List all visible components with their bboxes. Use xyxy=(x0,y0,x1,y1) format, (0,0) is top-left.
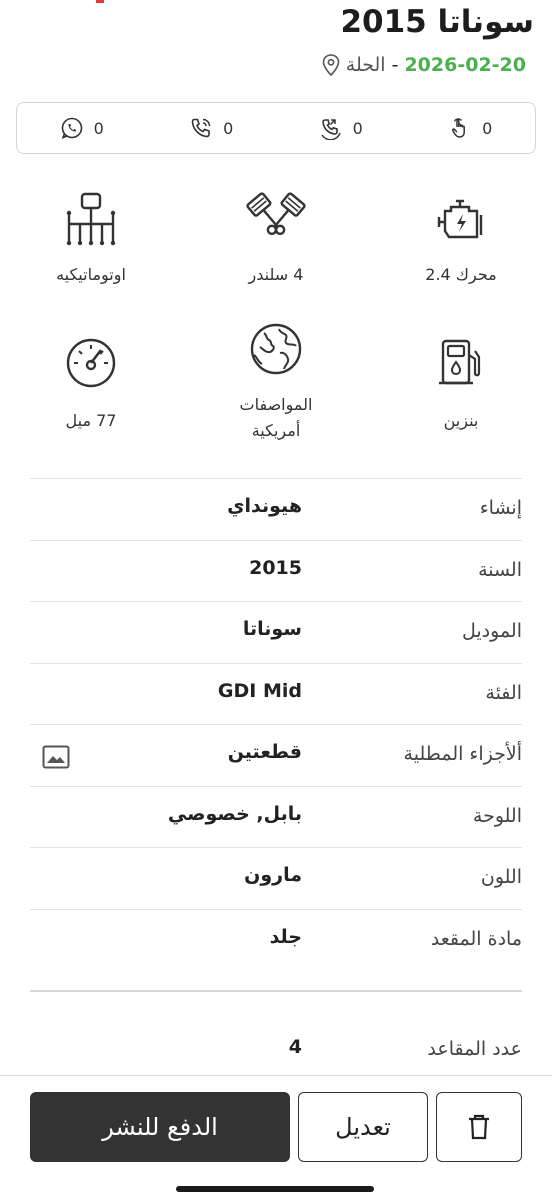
detail-value: 2015 xyxy=(249,556,302,579)
stat-count: 0 xyxy=(93,118,104,138)
spec-engine: محرك 2.4 xyxy=(386,190,536,288)
detail-value: جلد xyxy=(269,925,302,948)
separator: - xyxy=(391,54,399,76)
top-accent-strip xyxy=(96,0,104,3)
engine-icon xyxy=(437,199,483,239)
listing-page: سوناتا 2015 2026-02-20 - الحلة 0 0 0 0 ا… xyxy=(0,0,552,1199)
globe-icon xyxy=(250,323,302,375)
callback-icon xyxy=(321,119,341,140)
table-row: السنة 2015 xyxy=(30,539,522,602)
stat-callbacks[interactable]: 0 xyxy=(276,103,406,153)
table-row: عدد المقاعد 4 xyxy=(30,1032,522,1072)
detail-value: مارون xyxy=(244,864,302,886)
table-row: ألأجزاء المطلية قطعتين xyxy=(30,724,522,786)
location-date-line: 2026-02-20 - الحلة xyxy=(322,54,526,76)
detail-value: بابل, خصوصي xyxy=(167,802,302,825)
detail-key: اللون xyxy=(480,866,522,888)
home-indicator xyxy=(176,1186,374,1192)
detail-value: قطعتين xyxy=(227,741,302,763)
detail-value: هيونداي xyxy=(227,495,302,517)
stat-whatsapp[interactable]: 0 xyxy=(17,103,147,153)
stat-calls[interactable]: 0 xyxy=(147,103,277,153)
table-row: مادة المقعد جلد xyxy=(30,908,522,971)
spec-transmission-label: اوتوماتيكيه xyxy=(56,265,126,284)
detail-key: اللوحة xyxy=(472,804,522,827)
gear-shift-icon xyxy=(66,192,116,246)
stat-count: 0 xyxy=(482,118,493,138)
phone-call-icon xyxy=(191,118,211,138)
table-row: اللون مارون xyxy=(30,847,522,909)
pay-to-publish-button[interactable]: الدفع للنشر xyxy=(30,1092,290,1162)
action-bar: الدفع للنشر تعديل xyxy=(0,1075,552,1199)
pistons-icon xyxy=(246,192,306,236)
section-divider xyxy=(30,990,522,992)
image-gallery-icon[interactable] xyxy=(42,745,70,769)
details-table: إنشاء هيونداي السنة 2015 الموديل سوناتا … xyxy=(30,478,522,970)
detail-value: GDI Mid xyxy=(217,679,302,702)
detail-value: سوناتا xyxy=(242,618,302,640)
speedometer-icon xyxy=(66,338,116,388)
tap-icon xyxy=(452,118,466,138)
detail-key: عدد المقاعد xyxy=(427,1038,522,1060)
spec-specification: المواصفات أمريكية xyxy=(201,318,351,444)
delete-button[interactable] xyxy=(436,1092,522,1162)
listing-date: 2026-02-20 xyxy=(404,54,526,76)
detail-key: مادة المقعد xyxy=(430,927,522,950)
trash-icon xyxy=(469,1114,489,1140)
detail-key: إنشاء xyxy=(479,497,522,519)
stat-count: 0 xyxy=(223,118,234,138)
detail-key: الفئة xyxy=(485,681,522,704)
page-title: سوناتا 2015 xyxy=(340,4,534,40)
detail-key: السنة xyxy=(478,558,522,581)
edit-button[interactable]: تعديل xyxy=(298,1092,428,1162)
spec-cylinders: 4 سلندر xyxy=(201,190,351,288)
spec-specification-label: المواصفات أمريكية xyxy=(239,395,313,440)
spec-cylinders-label: 4 سلندر xyxy=(248,265,304,284)
spec-mileage-label: 77 ميل xyxy=(65,411,117,430)
detail-value: 4 xyxy=(288,1036,302,1058)
table-row: الفئة GDI Mid xyxy=(30,662,522,725)
listing-city: الحلة xyxy=(345,54,386,76)
spec-engine-label: محرك 2.4 xyxy=(425,265,497,284)
table-row: اللوحة بابل, خصوصي xyxy=(30,785,522,848)
location-pin-icon xyxy=(322,54,340,76)
whatsapp-icon xyxy=(61,117,82,139)
fuel-pump-icon xyxy=(439,339,481,385)
detail-key: ألأجزاء المطلية xyxy=(403,743,522,765)
spec-fuel: بنزين xyxy=(386,332,536,434)
engagement-stats: 0 0 0 0 xyxy=(16,102,536,154)
spec-transmission: اوتوماتيكيه xyxy=(16,190,166,288)
spec-fuel-label: بنزين xyxy=(443,411,479,430)
stat-count: 0 xyxy=(352,118,363,138)
detail-key: الموديل xyxy=(461,620,522,642)
table-row: الموديل سوناتا xyxy=(30,601,522,663)
spec-mileage: 77 ميل xyxy=(16,332,166,434)
stat-taps[interactable]: 0 xyxy=(406,103,536,153)
table-row: إنشاء هيونداي xyxy=(30,478,522,540)
